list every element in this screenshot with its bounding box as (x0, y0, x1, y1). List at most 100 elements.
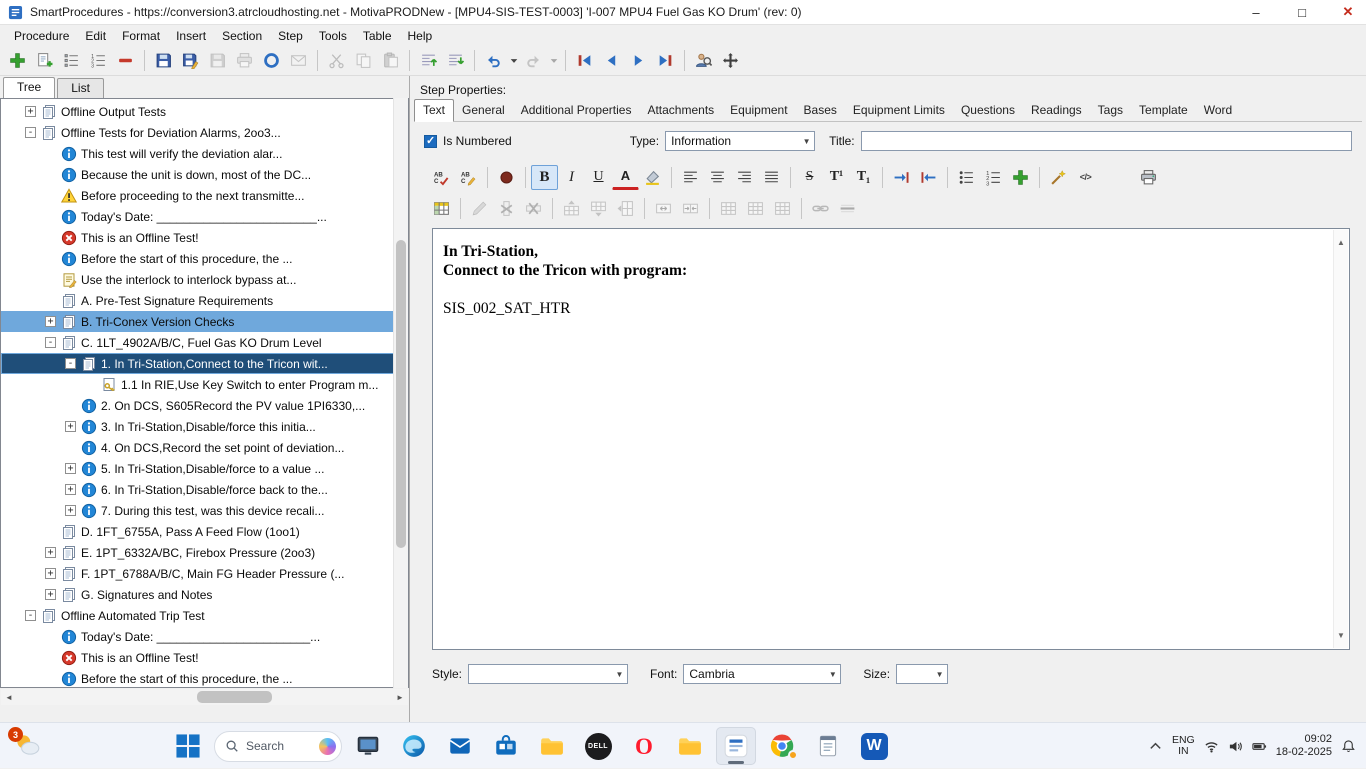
tab-list[interactable]: List (57, 78, 104, 98)
expand-icon[interactable]: + (65, 505, 76, 516)
is-numbered-checkbox[interactable] (424, 135, 437, 148)
smartprocedures-app[interactable] (716, 727, 756, 765)
scroll-up-icon[interactable]: ▲ (1337, 233, 1345, 252)
expand-icon[interactable]: + (45, 547, 56, 558)
last-step-button[interactable] (652, 48, 679, 73)
font-select[interactable]: Cambria ▼ (683, 664, 841, 684)
tree-item[interactable]: -Offline Automated Trip Test (1, 605, 408, 626)
tree-item[interactable]: 2. On DCS, S605Record the PV value 1PI63… (1, 395, 408, 416)
spell-check-button[interactable]: ABC (428, 165, 455, 190)
auto-spell-button[interactable]: ABC (455, 165, 482, 190)
dropdown-arrow-icon[interactable]: ▼ (825, 665, 840, 683)
align-center-button[interactable] (704, 165, 731, 190)
remote-desktop-app[interactable] (348, 727, 388, 765)
find-user-button[interactable] (690, 48, 717, 73)
tree-item[interactable]: Before proceeding to the next transmitte… (1, 185, 408, 206)
tree-item-selected[interactable]: -1. In Tri-Station,Connect to the Tricon… (1, 353, 408, 374)
outlook-app[interactable] (440, 727, 480, 765)
print-text-button[interactable] (1135, 165, 1162, 190)
tree-item[interactable]: +5. In Tri-Station,Disable/force to a va… (1, 458, 408, 479)
tree-item[interactable]: +3. In Tri-Station,Disable/force this in… (1, 416, 408, 437)
taskbar-clock[interactable]: 09:02 18-02-2025 (1276, 733, 1332, 759)
tab-questions[interactable]: Questions (953, 100, 1023, 121)
menu-insert[interactable]: Insert (168, 27, 214, 45)
menu-table[interactable]: Table (355, 27, 400, 45)
tree-vertical-scrollbar[interactable] (393, 98, 408, 688)
tree-item[interactable]: D. 1FT_6755A, Pass A Feed Flow (1oo1) (1, 521, 408, 542)
tree-item[interactable]: 4. On DCS,Record the set point of deviat… (1, 437, 408, 458)
tree-horizontal-scrollbar[interactable]: ◄ ► (1, 689, 408, 705)
opera-browser[interactable]: O (624, 727, 664, 765)
menu-help[interactable]: Help (400, 27, 441, 45)
volume-icon[interactable] (1228, 739, 1243, 754)
expand-icon[interactable]: + (25, 106, 36, 117)
save-as-button[interactable] (177, 48, 204, 73)
strikethrough-button[interactable]: S (796, 165, 823, 190)
tree-item[interactable]: Today's Date: ________________________..… (1, 206, 408, 227)
expand-icon[interactable]: + (65, 421, 76, 432)
refresh-button[interactable] (258, 48, 285, 73)
tree-item[interactable]: +7. During this test, was this device re… (1, 500, 408, 521)
insert-step-below-button[interactable] (442, 48, 469, 73)
italic-button[interactable]: I (558, 165, 585, 190)
maximize-button[interactable]: □ (1294, 5, 1310, 20)
word-app[interactable]: W (854, 727, 894, 765)
horizontal-scroll-track[interactable] (17, 689, 392, 705)
tree-item[interactable]: A. Pre-Test Signature Requirements (1, 290, 408, 311)
html-source-button[interactable]: </> (1072, 165, 1099, 190)
align-left-button[interactable] (677, 165, 704, 190)
tab-bases[interactable]: Bases (796, 100, 845, 121)
tab-equipment-limits[interactable]: Equipment Limits (845, 100, 953, 121)
wifi-icon[interactable] (1204, 739, 1219, 754)
style-select[interactable]: ▼ (468, 664, 628, 684)
collapse-icon[interactable]: - (65, 358, 76, 369)
insert-table-button[interactable] (428, 196, 455, 221)
tree-item[interactable]: +F. 1PT_6788A/B/C, Main FG Header Pressu… (1, 563, 408, 584)
collapse-icon[interactable]: - (25, 610, 36, 621)
tree-item[interactable]: This is an Offline Test! (1, 227, 408, 248)
move-step-button[interactable] (717, 48, 744, 73)
battery-icon[interactable] (1252, 739, 1267, 754)
undo-button[interactable] (480, 48, 507, 73)
outline-numbered-button[interactable]: 123 (85, 48, 112, 73)
weather-widget[interactable]: 3 (12, 730, 52, 762)
delete-step-button[interactable] (112, 48, 139, 73)
tree-item[interactable]: This test will verify the deviation alar… (1, 143, 408, 164)
tree-item[interactable]: Today's Date: _______________________... (1, 626, 408, 647)
taskbar-search[interactable]: Search (214, 731, 342, 762)
dropdown-arrow-icon[interactable]: ▼ (932, 665, 947, 683)
superscript-button[interactable]: T¹ (823, 165, 850, 190)
menu-format[interactable]: Format (114, 27, 168, 45)
insert-step-above-button[interactable] (415, 48, 442, 73)
indent-button[interactable] (888, 165, 915, 190)
tab-word[interactable]: Word (1196, 100, 1240, 121)
dell-app[interactable]: DELL (578, 727, 618, 765)
tab-additional-properties[interactable]: Additional Properties (513, 100, 640, 121)
expand-icon[interactable]: + (45, 568, 56, 579)
bullet-list-button[interactable] (953, 165, 980, 190)
menu-procedure[interactable]: Procedure (6, 27, 77, 45)
tab-tags[interactable]: Tags (1090, 100, 1131, 121)
tree-item[interactable]: +E. 1PT_6332A/BC, Firebox Pressure (2oo3… (1, 542, 408, 563)
editor-scrollbar[interactable]: ▲ ▼ (1333, 230, 1348, 648)
format-painter-button[interactable] (1045, 165, 1072, 190)
title-input[interactable] (861, 131, 1352, 151)
save-button[interactable] (150, 48, 177, 73)
bold-button[interactable]: B (531, 165, 558, 190)
menu-section[interactable]: Section (214, 27, 270, 45)
menu-step[interactable]: Step (270, 27, 311, 45)
expand-icon[interactable]: + (65, 463, 76, 474)
expand-icon[interactable]: + (65, 484, 76, 495)
expand-icon[interactable]: + (45, 589, 56, 600)
tree-item[interactable]: 1.1 In RIE,Use Key Switch to enter Progr… (1, 374, 408, 395)
dropdown-arrow-icon[interactable]: ▼ (612, 665, 627, 683)
folder-shortcut[interactable] (670, 727, 710, 765)
font-color-button[interactable]: A (612, 165, 639, 190)
tree-item[interactable]: Before the start of this procedure, the … (1, 248, 408, 269)
tree-item[interactable]: Use the interlock to interlock bypass at… (1, 269, 408, 290)
tree-item[interactable]: Before the start of this procedure, the … (1, 668, 408, 688)
microsoft-store[interactable] (486, 727, 526, 765)
tab-equipment[interactable]: Equipment (722, 100, 795, 121)
file-explorer[interactable] (532, 727, 572, 765)
align-right-button[interactable] (731, 165, 758, 190)
